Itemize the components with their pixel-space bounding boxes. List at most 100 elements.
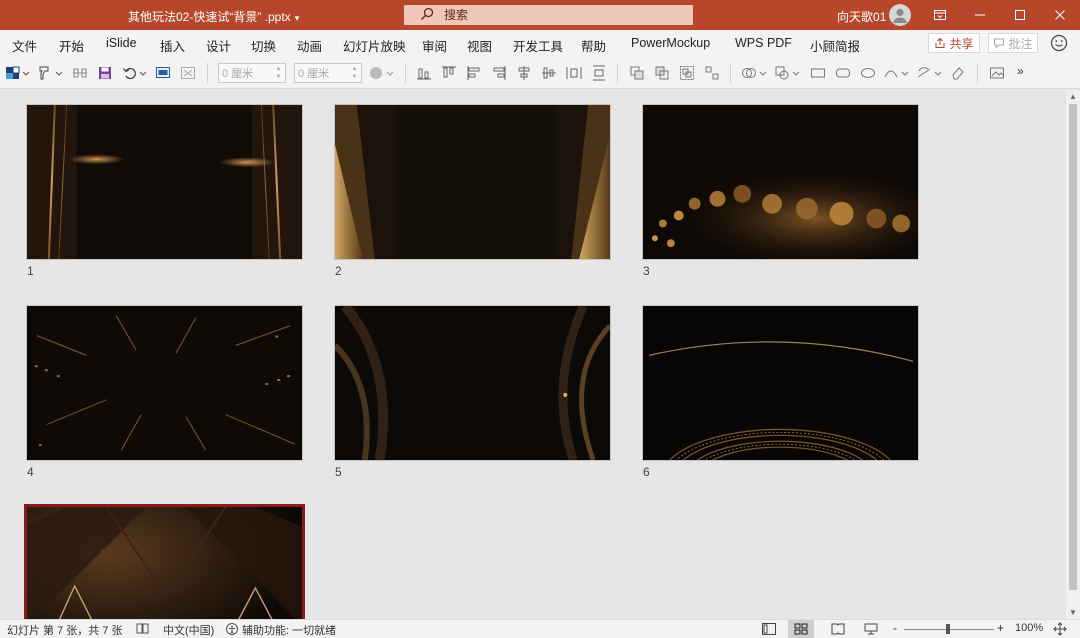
- rounded-rectangle-icon[interactable]: [835, 65, 851, 81]
- avatar[interactable]: [889, 4, 911, 26]
- align-middle-icon[interactable]: [541, 65, 557, 81]
- shape-width-field[interactable]: ▲▼: [294, 63, 362, 83]
- rectangle-shape-icon[interactable]: [810, 65, 826, 81]
- align-right-icon[interactable]: [491, 65, 507, 81]
- tab-islide[interactable]: iSlide: [106, 36, 137, 50]
- group-icon[interactable]: [679, 65, 695, 81]
- ungroup-icon[interactable]: [704, 65, 720, 81]
- shape-width-input[interactable]: [298, 66, 348, 80]
- image-icon[interactable]: [989, 65, 1005, 81]
- slide-thumbnail-1[interactable]: [26, 104, 303, 260]
- zoom-in-button[interactable]: +: [997, 621, 1004, 635]
- search-input[interactable]: [444, 6, 684, 23]
- tab-transitions[interactable]: 切换: [251, 36, 276, 55]
- toolbar-more-icon[interactable]: »: [1017, 64, 1024, 78]
- align-left-icon[interactable]: [466, 65, 482, 81]
- slide-thumbnail-6[interactable]: [642, 305, 919, 461]
- slide-thumbnail-5[interactable]: [334, 305, 611, 461]
- user-icon: [893, 8, 907, 23]
- view-slideshow-button[interactable]: [858, 620, 884, 638]
- vertical-scrollbar[interactable]: ▲ ▼: [1066, 90, 1080, 619]
- tab-help[interactable]: 帮助: [581, 36, 606, 55]
- zoom-level[interactable]: 100%: [1015, 622, 1043, 634]
- minimize-button[interactable]: [960, 0, 1000, 30]
- close-button[interactable]: [1040, 0, 1080, 30]
- zoom-slider-handle[interactable]: [946, 624, 950, 634]
- view-normal-button[interactable]: [756, 620, 782, 638]
- tab-xiaogu-brief[interactable]: 小顾简报: [810, 36, 860, 55]
- user-name[interactable]: 向天歌01: [837, 8, 886, 25]
- undo-icon[interactable]: [122, 65, 138, 81]
- tab-file[interactable]: 文件: [12, 36, 37, 55]
- slide-thumbnail-2[interactable]: [334, 104, 611, 260]
- share-button[interactable]: 共享: [928, 33, 980, 53]
- shape-height-field[interactable]: ▲▼: [218, 63, 286, 83]
- fit-to-window-icon[interactable]: [1053, 622, 1067, 636]
- stepper-arrows-icon[interactable]: ▲ ▼: [274, 65, 283, 81]
- format-painter-icon[interactable]: [37, 65, 53, 81]
- title-bar: 其他玩法02-快速试“背景” .pptx▾ 向天歌01: [0, 0, 1080, 30]
- accessibility-status[interactable]: 辅助功能: 一切就绪: [242, 622, 336, 638]
- chevron-down-icon[interactable]: [759, 65, 767, 81]
- align-distribute-icon[interactable]: [72, 65, 88, 81]
- slide-thumbnail-7[interactable]: [24, 504, 305, 619]
- save-icon[interactable]: [97, 65, 113, 81]
- chevron-down-icon[interactable]: [934, 65, 942, 81]
- shape-height-input[interactable]: [222, 66, 272, 80]
- align-center-icon[interactable]: [516, 65, 532, 81]
- shape-fill-icon[interactable]: [368, 65, 384, 81]
- chevron-down-icon[interactable]: [139, 65, 147, 81]
- maximize-button[interactable]: [1000, 0, 1040, 30]
- tab-powermockup[interactable]: PowerMockup: [631, 36, 710, 50]
- slide-1-background: [27, 105, 302, 259]
- shape-combine-icon[interactable]: [774, 65, 790, 81]
- tab-developer[interactable]: 开发工具: [513, 36, 563, 55]
- feedback-smiley-icon[interactable]: [1050, 34, 1068, 52]
- ribbon-display-button[interactable]: [920, 0, 960, 30]
- edit-shape-icon[interactable]: [883, 65, 899, 81]
- eraser-icon[interactable]: [950, 65, 966, 81]
- scroll-up-icon[interactable]: ▲: [1069, 92, 1077, 101]
- comment-button[interactable]: 批注: [988, 33, 1038, 53]
- chevron-down-icon[interactable]: [55, 65, 63, 81]
- merge-shapes-icon[interactable]: [741, 65, 757, 81]
- slide-thumbnail-3[interactable]: [642, 104, 919, 260]
- scroll-down-icon[interactable]: ▼: [1069, 608, 1077, 617]
- slideshow-icon[interactable]: [155, 65, 171, 81]
- view-reading-button[interactable]: [825, 620, 851, 638]
- tab-view[interactable]: 视图: [467, 36, 492, 55]
- chevron-down-icon[interactable]: [901, 65, 909, 81]
- zoom-out-button[interactable]: -: [893, 621, 897, 635]
- align-top-icon[interactable]: [441, 65, 457, 81]
- theme-colors-icon[interactable]: [5, 65, 21, 81]
- rotate-icon[interactable]: [916, 65, 932, 81]
- search-box[interactable]: [404, 5, 693, 25]
- ellipse-shape-icon[interactable]: [860, 65, 876, 81]
- slide-thumbnail-4[interactable]: [26, 305, 303, 461]
- slide-sorter-icon: [794, 623, 808, 635]
- tab-slideshow[interactable]: 幻灯片放映: [343, 36, 406, 55]
- tab-animations[interactable]: 动画: [297, 36, 322, 55]
- language-indicator[interactable]: 中文(中国): [163, 622, 214, 638]
- scrollbar-thumb[interactable]: [1069, 104, 1077, 590]
- align-bottom-icon[interactable]: [416, 65, 432, 81]
- distribute-vertical-icon[interactable]: [591, 65, 607, 81]
- chevron-down-icon[interactable]: [792, 65, 800, 81]
- stepper-arrows-icon[interactable]: ▲ ▼: [350, 65, 359, 81]
- chevron-down-icon[interactable]: [22, 65, 30, 81]
- tab-wps-pdf[interactable]: WPS PDF: [735, 36, 792, 50]
- document-title[interactable]: 其他玩法02-快速试“背景” .pptx ▾: [128, 8, 299, 25]
- tab-home[interactable]: 开始: [59, 36, 84, 55]
- slide-number: 2: [335, 264, 342, 278]
- accessibility-icon[interactable]: [225, 622, 239, 636]
- chevron-down-icon[interactable]: [386, 65, 394, 81]
- spelling-check-icon[interactable]: [136, 622, 149, 635]
- distribute-horizontal-icon[interactable]: [566, 65, 582, 81]
- bring-forward-icon[interactable]: [629, 65, 645, 81]
- slide-number: 4: [27, 465, 34, 479]
- send-backward-icon[interactable]: [654, 65, 670, 81]
- view-slide-sorter-button[interactable]: [788, 620, 814, 638]
- tab-design[interactable]: 设计: [206, 36, 231, 55]
- tab-review[interactable]: 审阅: [422, 36, 447, 55]
- tab-insert[interactable]: 插入: [160, 36, 185, 55]
